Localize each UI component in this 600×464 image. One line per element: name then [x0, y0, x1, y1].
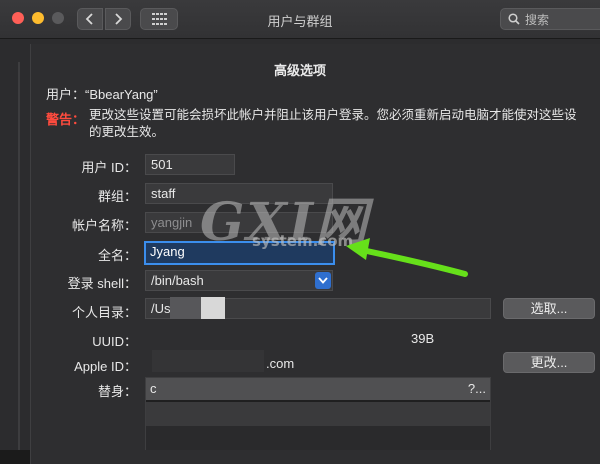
- aliases-label: 替身：: [97, 384, 137, 399]
- group-field[interactable]: staff: [145, 183, 333, 204]
- annotation-arrow-icon: [346, 238, 468, 277]
- choose-button[interactable]: 选取...: [503, 298, 595, 319]
- search-icon: [508, 13, 520, 25]
- window: 用户与群组 高级选项 用户：“BbearYang” 警告： 更改这些设置可能会损…: [0, 0, 600, 464]
- change-button[interactable]: 更改...: [503, 352, 595, 373]
- chevron-down-icon: [318, 277, 328, 284]
- full-name-field[interactable]: Jyang: [144, 241, 335, 265]
- user-id-field[interactable]: 501: [145, 154, 235, 175]
- list-item[interactable]: c ?...: [146, 378, 490, 400]
- alias-value-start: c: [150, 381, 157, 396]
- warning-text-line-1: 更改这些设置可能会损坏此帐户并阻止该用户登录。您必须重新启动电脑才能使对这些设: [89, 108, 577, 122]
- account-name-label: 帐户名称：: [71, 218, 137, 233]
- uuid-label: UUID：: [92, 334, 137, 349]
- home-directory-label: 个人目录：: [71, 305, 137, 320]
- warning-text: 更改这些设置可能会损坏此帐户并阻止该用户登录。您必须重新启动电脑才能使对这些设 …: [89, 107, 600, 141]
- warning-label: 警告：: [46, 112, 86, 127]
- full-name-label: 全名：: [97, 248, 137, 263]
- popup-arrow[interactable]: [315, 272, 331, 289]
- background-pane-edge: [18, 62, 20, 450]
- sheet-title: 高级选项: [273, 63, 326, 78]
- alias-value-end: ?...: [467, 381, 486, 396]
- search-input[interactable]: [523, 11, 600, 29]
- title-bar: 用户与群组: [0, 0, 600, 39]
- login-shell-value: /bin/bash: [151, 273, 204, 288]
- group-label: 群组：: [97, 189, 137, 204]
- list-item[interactable]: [146, 426, 490, 450]
- search-field[interactable]: [500, 8, 600, 30]
- account-name-field[interactable]: yangjin: [145, 212, 333, 233]
- list-item[interactable]: [146, 402, 490, 426]
- uuid-value-end: 39B: [411, 331, 435, 346]
- user-name-line: 用户：“BbearYang”: [46, 87, 158, 102]
- redacted-block: [201, 297, 225, 319]
- apple-id-value: .com: [266, 356, 295, 371]
- apple-id-label: Apple ID：: [74, 359, 137, 374]
- user-id-label: 用户 ID：: [81, 160, 137, 175]
- login-shell-label: 登录 shell：: [67, 276, 137, 291]
- login-shell-popup[interactable]: /bin/bash: [145, 270, 333, 291]
- warning-text-line-2: 的更改生效。: [89, 125, 165, 139]
- aliases-list[interactable]: c ?...: [145, 377, 491, 450]
- redacted-block: [152, 350, 264, 372]
